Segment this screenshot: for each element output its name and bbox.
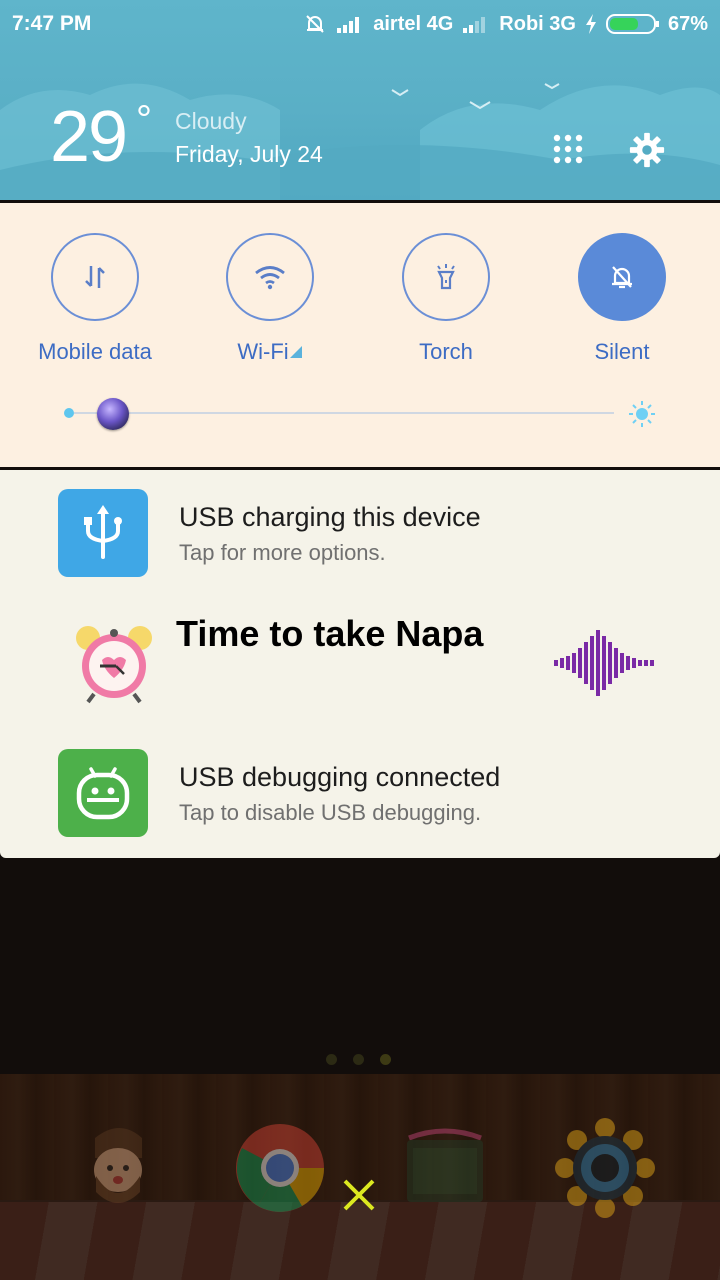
- notification-title: Time to take Napa: [176, 613, 484, 654]
- wifi-button[interactable]: [226, 233, 314, 321]
- temperature: 29: [50, 97, 128, 177]
- calendar-board-icon[interactable]: [395, 1118, 495, 1218]
- silent-status-icon: [306, 15, 324, 33]
- signal-icon-2: [463, 17, 486, 33]
- wifi-label: Wi-Fi: [237, 339, 289, 364]
- torch-button[interactable]: [402, 233, 490, 321]
- quick-settings-panel: Mobile data Wi-Fi Torch Silent: [0, 203, 720, 467]
- mobile-data-icon: [85, 266, 105, 288]
- usb-icon: [84, 505, 122, 559]
- silent-bell-icon: [612, 266, 632, 289]
- signal-icon-1: [337, 17, 360, 33]
- brightness-sun-icon: [629, 401, 655, 427]
- toggle-mobile-data[interactable]: Mobile data: [7, 233, 183, 365]
- notification-title: USB charging this device: [179, 502, 481, 532]
- wifi-expand-icon: [289, 346, 302, 358]
- alarm-clock-icon: [76, 626, 152, 704]
- android-debug-icon: [76, 767, 130, 820]
- toggle-label-wifi: Wi-Fi: [182, 339, 358, 365]
- weather-condition: Cloudy: [175, 108, 247, 134]
- battery-icon: [605, 14, 659, 34]
- brightness-min-dot: [64, 408, 74, 418]
- mobile-data-button[interactable]: [51, 233, 139, 321]
- date: Friday, July 24: [175, 141, 323, 167]
- notification-subtitle: Tap to disable USB debugging.: [179, 800, 482, 825]
- brightness-thumb[interactable]: [97, 398, 129, 430]
- brightness-slider[interactable]: [64, 398, 664, 430]
- status-bar: 7:47 PM airtel 4G Robi 3G 67%: [0, 0, 720, 50]
- toggle-wifi[interactable]: Wi-Fi: [182, 233, 358, 365]
- torch-icon: [437, 264, 455, 290]
- silent-button[interactable]: [578, 233, 666, 321]
- notification-shade-header: 7:47 PM airtel 4G Robi 3G 67% 29 ° Cloud…: [0, 0, 720, 200]
- toggle-label-mobile-data: Mobile data: [38, 339, 152, 364]
- charging-bolt-icon: [585, 14, 596, 34]
- carrier-2: Robi 3G: [499, 12, 576, 35]
- grid-icon[interactable]: [552, 133, 584, 165]
- notification-subtitle: Tap for more options.: [179, 540, 386, 565]
- gear-icon[interactable]: [628, 131, 666, 169]
- toggle-label-torch: Torch: [419, 339, 473, 364]
- brightness-track[interactable]: [74, 412, 614, 414]
- status-time: 7:47 PM: [12, 12, 92, 35]
- wifi-icon: [255, 266, 285, 290]
- camera-sunflower-icon[interactable]: [555, 1118, 655, 1218]
- toggle-label-silent: Silent: [594, 339, 650, 364]
- notification-title: USB debugging connected: [179, 762, 501, 792]
- notification-list: USB charging this device Tap for more op…: [0, 470, 720, 858]
- chrome-icon[interactable]: [230, 1118, 330, 1218]
- degree-symbol: °: [136, 98, 152, 142]
- close-icon[interactable]: [340, 1176, 378, 1214]
- battery-percent: 67%: [667, 12, 708, 35]
- debug-app-icon: [58, 749, 148, 837]
- page-dot-active: [380, 1054, 391, 1065]
- usb-app-icon: [58, 489, 148, 577]
- page-dot: [353, 1054, 364, 1065]
- page-dot: [326, 1054, 337, 1065]
- toggle-silent[interactable]: Silent: [534, 233, 710, 365]
- carrier-1: airtel 4G: [373, 12, 454, 35]
- character-app-icon[interactable]: [70, 1118, 170, 1218]
- toggle-torch[interactable]: Torch: [358, 233, 534, 365]
- audio-wave-icon: [554, 630, 654, 696]
- page-indicator: [326, 1054, 391, 1065]
- status-icons: airtel 4G Robi 3G 67%: [303, 12, 708, 36]
